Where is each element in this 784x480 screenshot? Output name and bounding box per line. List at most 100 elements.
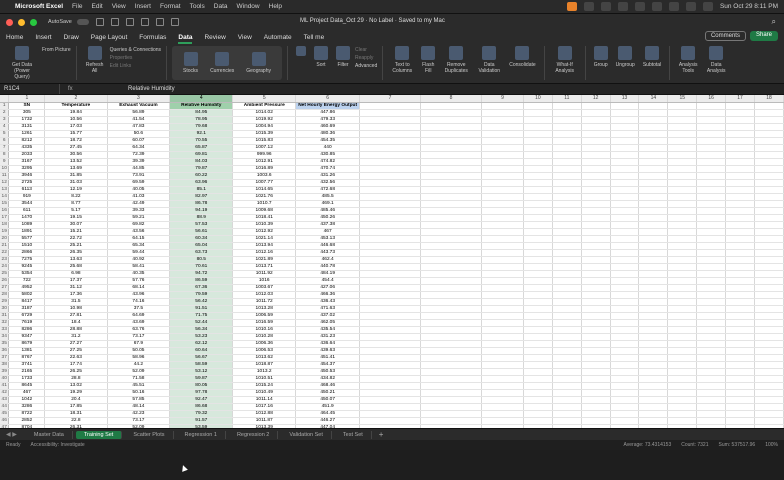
cell[interactable] [552, 312, 582, 320]
cell[interactable] [420, 284, 482, 292]
cell[interactable] [754, 228, 784, 236]
cell[interactable] [552, 277, 582, 285]
cell[interactable] [523, 137, 553, 145]
column-header[interactable]: 11 [552, 95, 582, 103]
cell[interactable] [481, 319, 524, 327]
currencies-button[interactable]: Currencies [207, 52, 237, 74]
cell[interactable]: 22.72 [44, 235, 108, 243]
row-header[interactable]: 14 [0, 193, 10, 201]
cell[interactable]: 427.06 [295, 284, 361, 292]
cell[interactable] [725, 214, 755, 222]
cell[interactable]: 47.83 [107, 123, 171, 131]
cell[interactable] [581, 326, 611, 334]
cell[interactable] [754, 347, 784, 355]
cell[interactable]: 5354 [8, 270, 46, 278]
cell[interactable] [696, 165, 727, 173]
cell[interactable] [359, 249, 422, 257]
cell[interactable] [523, 158, 553, 166]
cell[interactable]: 436.64 [295, 340, 361, 348]
cell[interactable]: 17.74 [44, 361, 108, 369]
cell[interactable]: 460.69 [295, 123, 361, 131]
cell[interactable] [552, 130, 582, 138]
close-window-button[interactable] [6, 18, 13, 26]
cell[interactable] [581, 382, 611, 390]
cell[interactable]: 60.07 [107, 137, 171, 145]
cell[interactable] [725, 347, 755, 355]
cell[interactable] [552, 158, 582, 166]
cell[interactable] [696, 172, 727, 180]
cell[interactable] [667, 284, 698, 292]
cell[interactable] [610, 396, 640, 404]
cell[interactable] [359, 424, 422, 428]
cell[interactable] [696, 396, 727, 404]
cell[interactable] [610, 277, 640, 285]
cell[interactable] [667, 130, 698, 138]
menu-help[interactable]: Help [269, 3, 282, 10]
cell[interactable] [359, 221, 422, 229]
cell[interactable] [420, 144, 482, 152]
cell[interactable] [481, 305, 524, 313]
column-header[interactable]: 17 [725, 95, 755, 103]
cell[interactable] [552, 172, 582, 180]
cell[interactable] [552, 137, 582, 145]
cell[interactable] [481, 228, 524, 236]
cell[interactable] [667, 410, 698, 418]
row-header[interactable]: 8 [0, 151, 10, 159]
row-header[interactable]: 11 [0, 172, 10, 180]
cell[interactable]: 1013.2 [232, 368, 297, 376]
cell[interactable] [667, 403, 698, 411]
column-header[interactable]: 18 [754, 95, 784, 103]
cell[interactable] [481, 347, 524, 355]
cell[interactable]: 1010.49 [232, 389, 297, 397]
cell[interactable] [696, 235, 727, 243]
cell[interactable] [610, 333, 640, 341]
cell[interactable] [696, 368, 727, 376]
cell[interactable]: 10.56 [44, 116, 108, 124]
cell[interactable] [552, 109, 582, 117]
cell[interactable] [725, 158, 755, 166]
cell[interactable] [481, 333, 524, 341]
cell[interactable] [754, 410, 784, 418]
cell[interactable] [725, 410, 755, 418]
cell[interactable] [359, 396, 422, 404]
cell[interactable] [667, 235, 698, 243]
cell[interactable] [420, 403, 482, 411]
cell[interactable] [481, 326, 524, 334]
cell[interactable] [481, 123, 524, 131]
cell[interactable] [481, 116, 524, 124]
cell[interactable] [523, 305, 553, 313]
cell[interactable]: 65.04 [169, 242, 234, 250]
cell[interactable]: 8.77 [44, 200, 108, 208]
cell[interactable]: 5577 [8, 235, 46, 243]
cell[interactable]: 26.25 [44, 368, 108, 376]
cell[interactable] [725, 389, 755, 397]
cell[interactable]: 1011.14 [232, 396, 297, 404]
cell[interactable]: 8767 [8, 354, 46, 362]
comments-button[interactable]: Comments [704, 31, 746, 41]
cell[interactable] [552, 375, 582, 383]
cell[interactable]: 8679 [8, 340, 46, 348]
cell[interactable] [420, 165, 482, 173]
cell[interactable] [696, 130, 727, 138]
cell[interactable] [754, 340, 784, 348]
cell[interactable]: 451.9 [295, 403, 361, 411]
flash-fill-button[interactable]: Flash Fill [418, 46, 438, 74]
cell[interactable] [725, 305, 755, 313]
cell[interactable] [359, 137, 422, 145]
cell[interactable] [610, 340, 640, 348]
cell[interactable] [552, 221, 582, 229]
cell[interactable]: 479.33 [295, 116, 361, 124]
cell[interactable] [610, 319, 640, 327]
cell[interactable] [552, 382, 582, 390]
cell[interactable]: 56.89 [107, 109, 171, 117]
wifi-icon[interactable] [668, 2, 679, 11]
cell[interactable]: 67.9 [107, 340, 171, 348]
cell[interactable] [552, 263, 582, 271]
cell[interactable] [696, 403, 727, 411]
cell[interactable] [552, 347, 582, 355]
document-title[interactable]: ML Project Data_Oct 29 · No Label · Save… [300, 18, 445, 24]
cell[interactable] [610, 144, 640, 152]
cell[interactable] [359, 312, 422, 320]
cell[interactable] [523, 326, 553, 334]
cell[interactable]: 480.36 [295, 130, 361, 138]
